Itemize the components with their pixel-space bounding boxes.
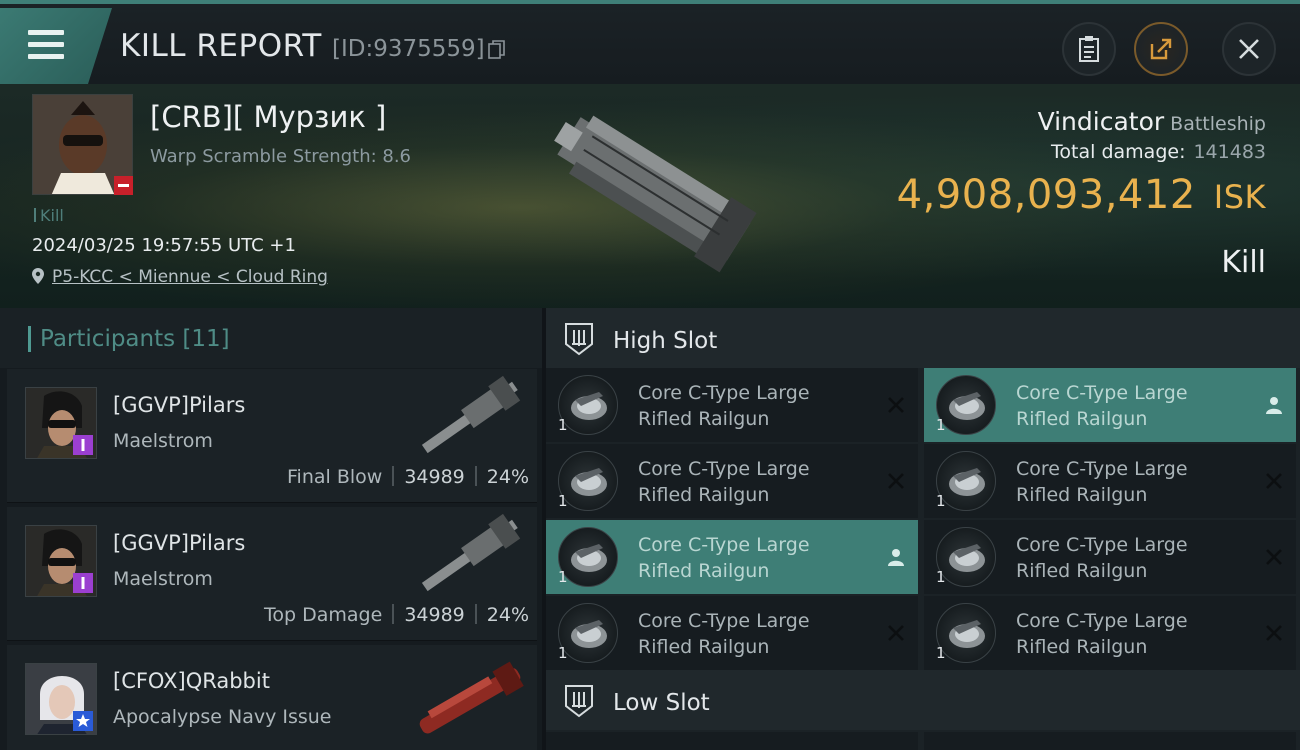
- dropped-person-icon: [888, 549, 904, 566]
- high-slot-icon: [565, 323, 593, 356]
- victim-ship-image: [554, 115, 757, 273]
- module-name: Core C-Type Large Rifled Railgun: [1016, 534, 1188, 582]
- result-label: Kill: [1221, 245, 1266, 280]
- report-id: [ID:9375559]: [332, 36, 485, 62]
- module-quantity: 1: [558, 568, 568, 586]
- high-slot-module[interactable]: 1 Core C-Type Large Rifled Railgun: [924, 444, 1296, 518]
- participants-title: Participants [11]: [40, 326, 230, 352]
- participant-badge-icon: [73, 435, 93, 455]
- participant-card[interactable]: [CFOX]QRabbit Apocalypse Navy Issue: [7, 645, 537, 750]
- share-icon: [1150, 38, 1172, 60]
- page-title: KILL REPORT: [120, 28, 322, 64]
- kill-summary-banner: [CRB][ Мурзик ] Warp Scramble Strength: …: [0, 84, 1300, 308]
- high-slot-module[interactable]: 1 Core C-Type Large Rifled Railgun: [924, 520, 1296, 594]
- low-slot-module[interactable]: [546, 732, 918, 750]
- high-slot-module[interactable]: 1 Core C-Type Large Rifled Railgun: [546, 368, 918, 442]
- participant-badge-icon: [73, 573, 93, 593]
- module-name: Core C-Type Large Rifled Railgun: [638, 534, 810, 582]
- isk-value: 4,908,093,412 ISK: [896, 172, 1266, 218]
- warp-scramble-strength: Warp Scramble Strength: 8.6: [150, 146, 412, 167]
- participant-stats: Final Blow 34989 24%: [287, 466, 529, 488]
- clipboard-icon: [1079, 36, 1099, 62]
- destroyed-x-icon: [888, 625, 904, 641]
- participant-ship: Maelstrom: [113, 568, 213, 590]
- copy-icon[interactable]: [488, 40, 505, 59]
- module-name: Core C-Type Large Rifled Railgun: [1016, 382, 1188, 430]
- participants-header[interactable]: Participants [11]: [0, 308, 542, 368]
- location-pin-icon: [32, 268, 44, 284]
- total-damage: Total damage: 141483: [1051, 141, 1266, 163]
- hostile-badge-icon: [114, 176, 133, 195]
- participants-panel: Participants [11] [GGVP]Pilars Maelstrom: [0, 308, 542, 750]
- high-slot-title: High Slot: [613, 328, 718, 354]
- destroyed-x-icon: [1266, 625, 1282, 641]
- destroyed-x-icon: [1266, 473, 1282, 489]
- low-slot-icon: [565, 685, 593, 718]
- top-bar: KILL REPORT [ID:9375559]: [0, 0, 1300, 86]
- module-name: Core C-Type Large Rifled Railgun: [638, 382, 810, 430]
- destroyed-x-icon: [888, 473, 904, 489]
- module-quantity: 1: [558, 416, 568, 434]
- share-button[interactable]: [1134, 22, 1188, 76]
- kill-location[interactable]: P5-KCC < Miennue < Cloud Ring: [32, 267, 328, 287]
- destroyed-x-icon: [1266, 549, 1282, 565]
- module-quantity: 1: [936, 568, 946, 586]
- close-icon: [1239, 39, 1259, 59]
- module-quantity: 1: [936, 416, 946, 434]
- high-slot-module[interactable]: 1 Core C-Type Large Rifled Railgun: [546, 444, 918, 518]
- low-slot-header[interactable]: Low Slot: [546, 670, 1300, 730]
- kill-count: Kill: [34, 206, 64, 225]
- module-name: Core C-Type Large Rifled Railgun: [1016, 458, 1188, 506]
- participant-badge-icon: [73, 711, 93, 731]
- high-slot-module[interactable]: 1 Core C-Type Large Rifled Railgun: [546, 596, 918, 670]
- destroyed-x-icon: [888, 397, 904, 413]
- menu-button[interactable]: [0, 8, 112, 86]
- module-quantity: 1: [936, 492, 946, 510]
- fitting-panel: High Slot 1 Core C-Type Large Rifled Railg…: [546, 308, 1300, 750]
- participant-name: [GGVP]Pilars: [113, 531, 246, 555]
- high-slot-module[interactable]: 1 Core C-Type Large Rifled Railgun: [924, 596, 1296, 670]
- victim-name[interactable]: [CRB][ Мурзик ]: [150, 100, 386, 134]
- low-slot-module[interactable]: [924, 732, 1296, 750]
- participant-ship: Maelstrom: [113, 430, 213, 452]
- close-button[interactable]: [1222, 22, 1276, 76]
- participant-ship-image: [419, 661, 524, 734]
- participant-name: [CFOX]QRabbit: [113, 669, 270, 693]
- participant-ship-image: [421, 513, 521, 592]
- participant-name: [GGVP]Pilars: [113, 393, 246, 417]
- module-name: Core C-Type Large Rifled Railgun: [638, 610, 810, 658]
- participant-stats: Top Damage 34989 24%: [264, 604, 529, 626]
- module-quantity: 1: [936, 644, 946, 662]
- high-slot-header[interactable]: High Slot: [546, 308, 1300, 368]
- participant-ship-image: [421, 375, 521, 454]
- kill-datetime: 2024/03/25 19:57:55 UTC +1: [32, 235, 296, 256]
- high-slot-module[interactable]: 1 Core C-Type Large Rifled Railgun: [924, 368, 1296, 442]
- participant-ship: Apocalypse Navy Issue: [113, 706, 332, 728]
- module-name: Core C-Type Large Rifled Railgun: [638, 458, 810, 506]
- high-slot-module[interactable]: 1 Core C-Type Large Rifled Railgun: [546, 520, 918, 594]
- ship-name[interactable]: Vindicator Battleship: [1038, 107, 1266, 136]
- dropped-person-icon: [1266, 397, 1282, 414]
- participant-card[interactable]: [GGVP]Pilars Maelstrom Top Damage 34989 24…: [7, 507, 537, 641]
- module-name: Core C-Type Large Rifled Railgun: [1016, 610, 1188, 658]
- participant-card[interactable]: [GGVP]Pilars Maelstrom Final Blow 34989 24…: [7, 369, 537, 503]
- module-quantity: 1: [558, 492, 568, 510]
- module-quantity: 1: [558, 644, 568, 662]
- low-slot-title: Low Slot: [613, 690, 710, 716]
- clipboard-button[interactable]: [1062, 22, 1116, 76]
